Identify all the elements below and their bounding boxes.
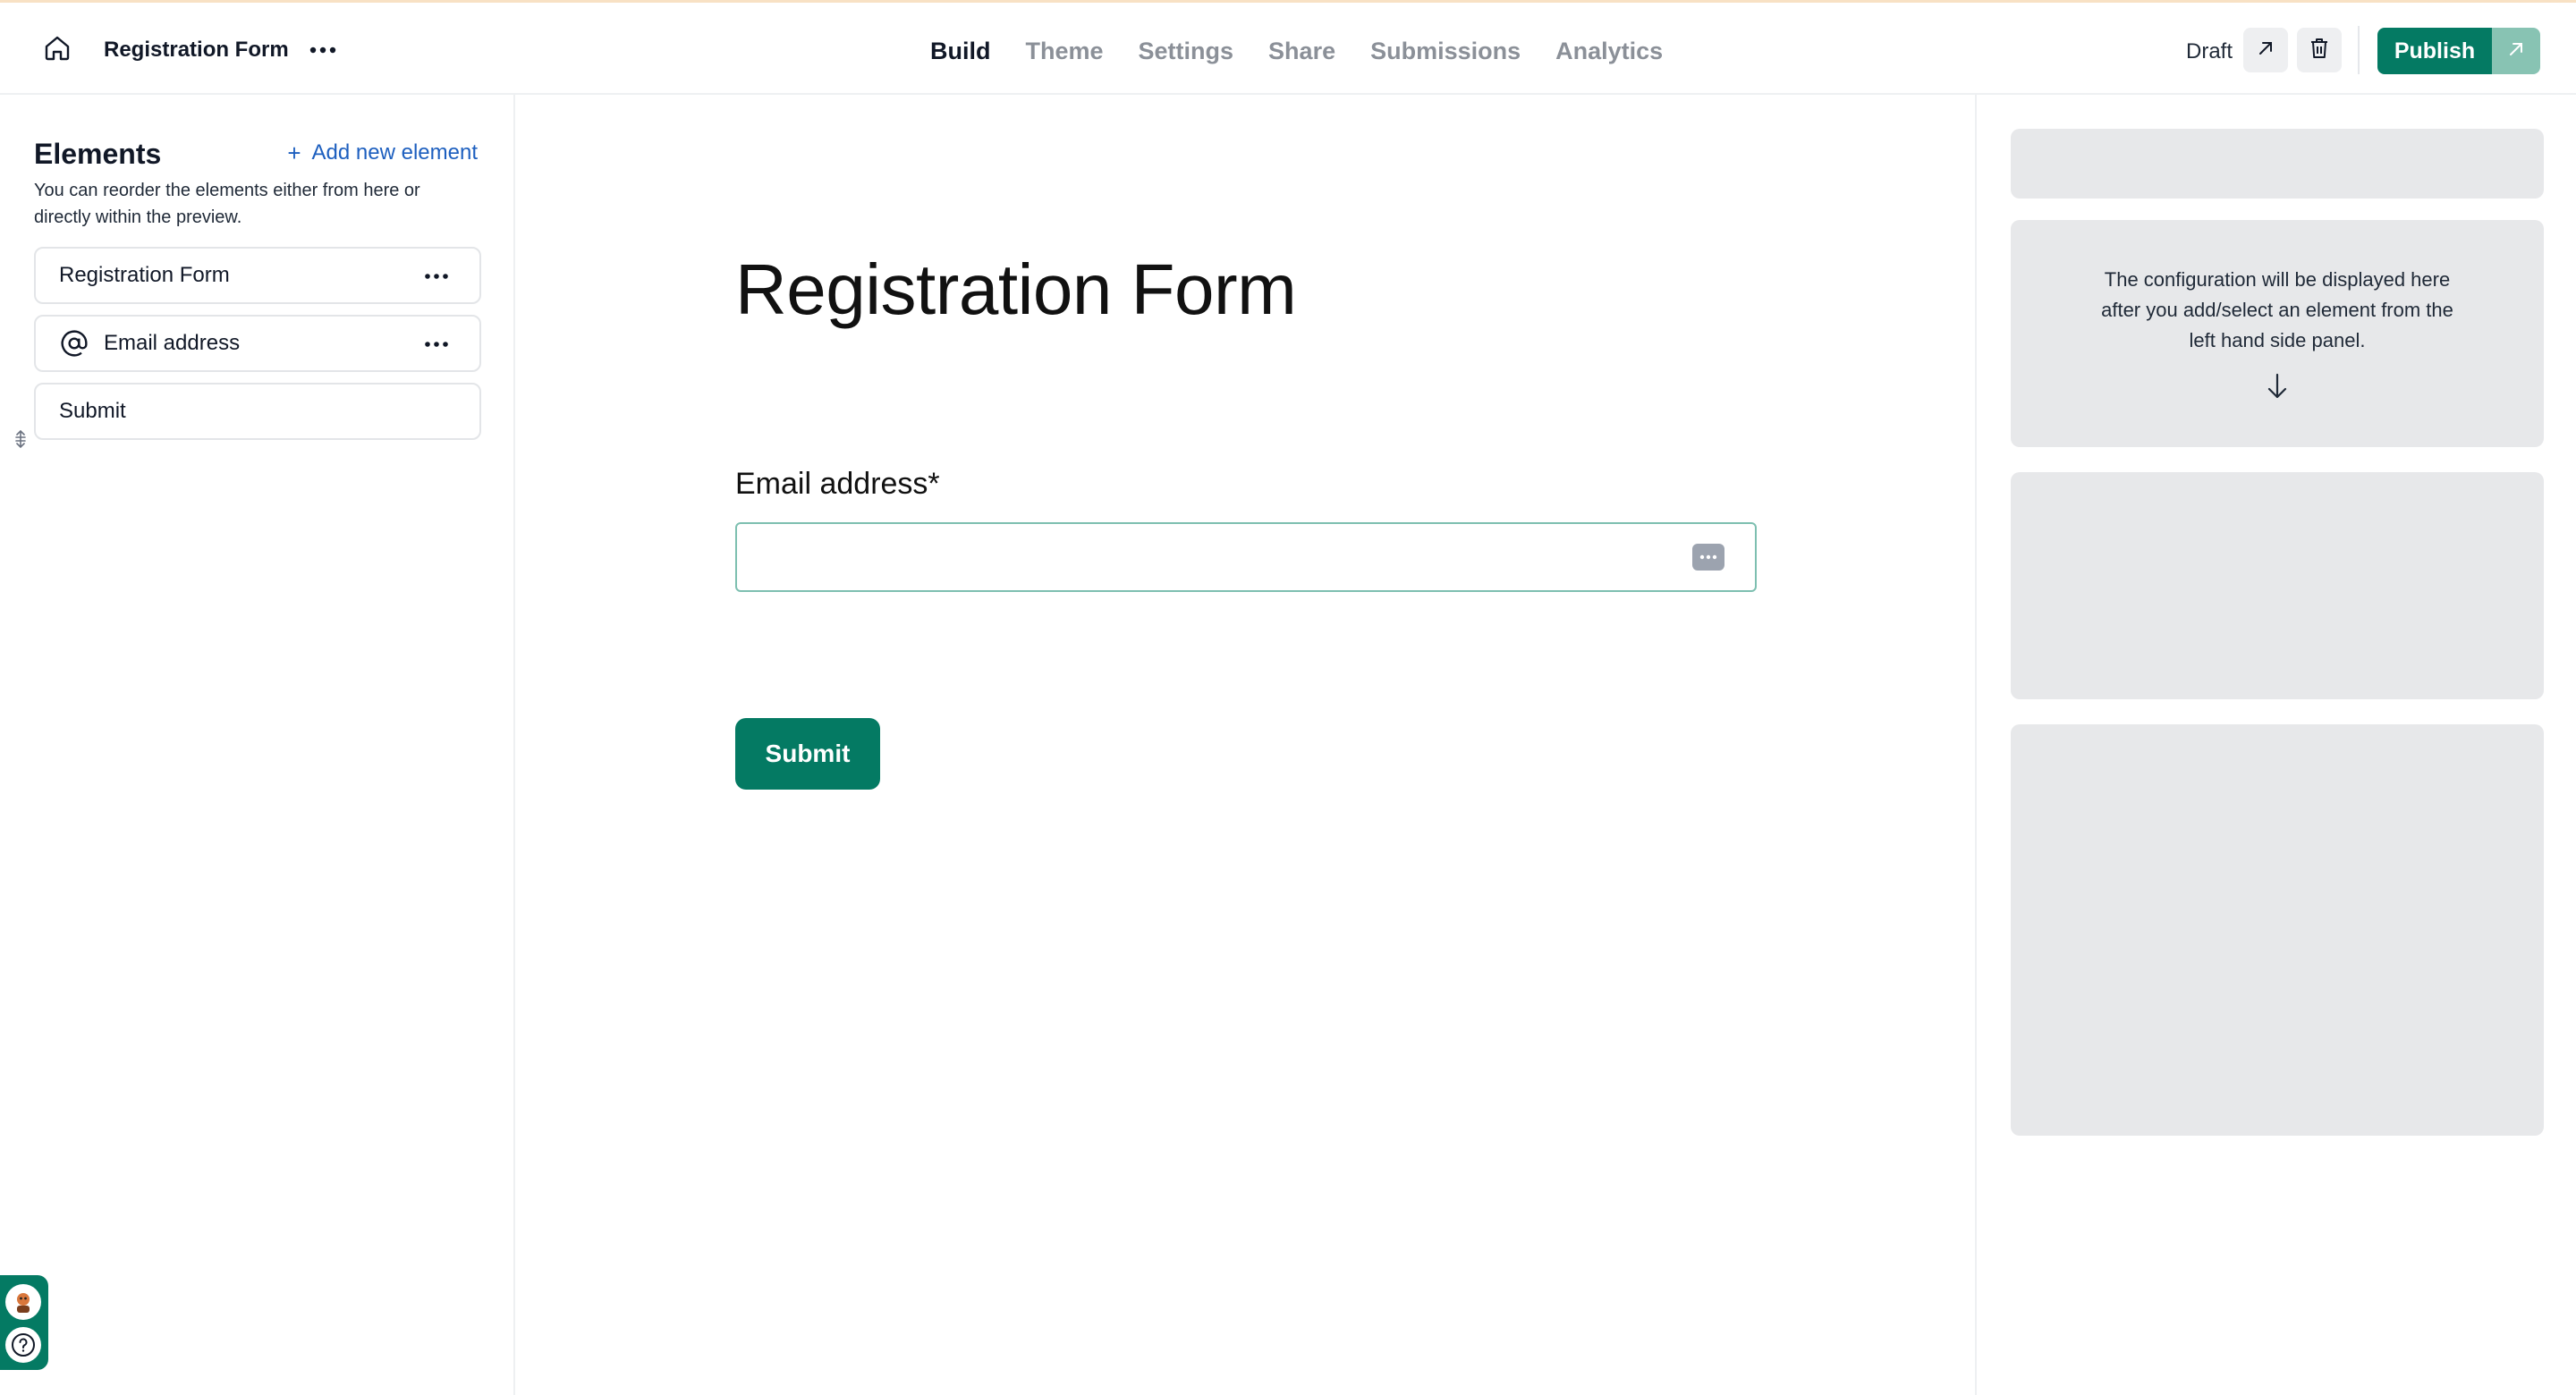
element-item-email-address[interactable]: Email address (34, 315, 481, 372)
form-options-button[interactable] (304, 31, 342, 69)
header-divider (2358, 26, 2360, 74)
config-message-block: The configuration will be displayed here… (2011, 220, 2544, 447)
element-options-button[interactable] (420, 329, 453, 359)
home-button[interactable] (36, 31, 79, 69)
add-new-element-button[interactable]: + Add new element (287, 138, 478, 168)
element-item-label: Submit (59, 399, 126, 423)
tab-theme[interactable]: Theme (1026, 31, 1104, 71)
element-item-label: Registration Form (59, 263, 230, 287)
publish-button[interactable]: Publish (2377, 28, 2492, 74)
publish-open-button[interactable] (2492, 28, 2540, 74)
plus-icon: + (287, 140, 301, 166)
delete-form-button[interactable] (2297, 28, 2342, 72)
password-manager-icon[interactable] (1692, 544, 1724, 571)
at-sign-icon (59, 328, 89, 359)
tab-analytics[interactable]: Analytics (1555, 31, 1663, 71)
element-item-registration-form[interactable]: Registration Form (34, 247, 481, 304)
form-title[interactable]: Registration Form (735, 245, 1297, 334)
arrow-up-right-icon (2256, 38, 2275, 63)
submit-button[interactable]: Submit (735, 718, 880, 790)
arrow-down-icon (2263, 370, 2292, 402)
add-new-element-label: Add new element (311, 140, 478, 165)
home-icon (43, 34, 72, 67)
trash-icon (2309, 37, 2330, 64)
sidebar-help-text: You can reorder the elements either from… (34, 181, 420, 227)
open-preview-button[interactable] (2243, 28, 2288, 72)
form-name: Registration Form (104, 38, 289, 62)
tab-build[interactable]: Build (930, 31, 991, 71)
email-field[interactable] (735, 522, 1757, 592)
element-options-button[interactable] (420, 261, 453, 292)
tab-submissions[interactable]: Submissions (1370, 31, 1521, 71)
drag-handle-icon[interactable] (13, 426, 29, 452)
tab-settings[interactable]: Settings (1139, 31, 1234, 71)
chat-avatar-icon[interactable] (5, 1284, 41, 1320)
arrow-up-right-icon (2506, 39, 2526, 63)
status-badge: Draft (2186, 39, 2233, 63)
support-widget (0, 1275, 48, 1370)
config-placeholder-block (2011, 129, 2544, 199)
elements-sidebar: Elements + Add new element You can reord… (0, 95, 515, 1395)
element-item-label: Email address (104, 331, 241, 355)
sidebar-title: Elements (34, 138, 162, 170)
element-item-submit[interactable]: Submit (34, 383, 481, 440)
more-horizontal-icon (309, 42, 336, 58)
top-header: Registration Form Build Theme Settings S… (0, 3, 2576, 95)
config-empty-message: The configuration will be displayed here… (2101, 268, 2453, 351)
form-preview: Registration Form Email address* Submit (517, 95, 1975, 1395)
help-icon[interactable] (5, 1327, 41, 1363)
publish-control: Publish (2377, 28, 2540, 74)
config-placeholder-block (2011, 472, 2544, 699)
tab-share[interactable]: Share (1268, 31, 1335, 71)
config-placeholder-block (2011, 724, 2544, 1136)
email-field-label: Email address* (735, 467, 940, 501)
configuration-panel: The configuration will be displayed here… (1975, 95, 2576, 1395)
main-nav-tabs: Build Theme Settings Share Submissions A… (930, 31, 1698, 71)
